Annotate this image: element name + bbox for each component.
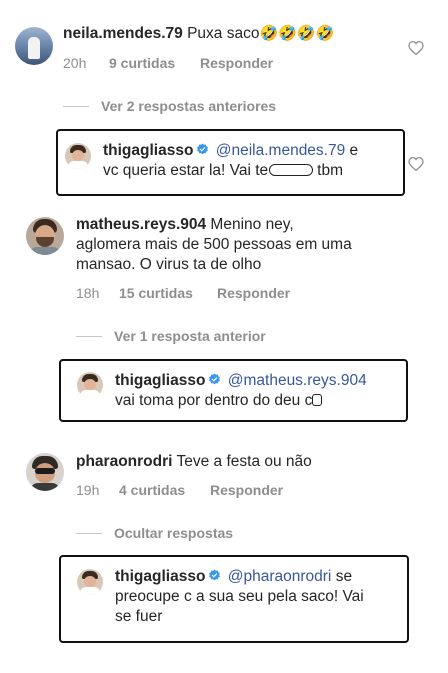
- heart-icon[interactable]: [408, 157, 424, 171]
- divider-line: [76, 532, 102, 534]
- reply-text: thigagliasso @neila.mendes.79 e vc queri…: [103, 141, 393, 181]
- comment-text: pharaonrodri Teve a festa ou não: [76, 452, 312, 472]
- comment-body: Menino ney,: [210, 216, 294, 233]
- comment-body: Puxa saco: [187, 25, 260, 42]
- reply-username[interactable]: thigagliasso: [115, 568, 205, 585]
- comment-body: aglomera mais de 500 pessoas em uma: [76, 236, 352, 253]
- mention-link[interactable]: @pharaonrodri: [228, 568, 332, 585]
- comment-meta: 20h 9 curtidas Responder: [63, 55, 273, 71]
- comment-time: 20h: [63, 55, 87, 71]
- reply-body: vc queria estar la! Vai te: [103, 162, 269, 179]
- heart-icon[interactable]: [408, 41, 424, 55]
- comment-time: 18h: [76, 285, 100, 301]
- mention-link[interactable]: @neila.mendes.79: [216, 142, 345, 159]
- likes-count[interactable]: 15 curtidas: [119, 285, 217, 301]
- reply-body: tbm: [317, 162, 343, 179]
- comment-body: mansao. O virus ta de olho: [76, 256, 262, 273]
- reply-text: thigagliasso @pharaonrodri se preocupe c…: [115, 567, 405, 627]
- comment-text: matheus.reys.904 Menino ney, aglomera ma…: [76, 215, 406, 275]
- hide-replies[interactable]: Ocultar respostas: [76, 525, 233, 541]
- comment-username[interactable]: matheus.reys.904: [76, 216, 206, 233]
- verified-badge-icon: [209, 569, 221, 581]
- view-replies-label[interactable]: Ver 1 resposta anterior: [114, 328, 266, 344]
- reply-button[interactable]: Responder: [217, 285, 290, 301]
- verified-badge-icon: [197, 143, 209, 155]
- comment-username[interactable]: neila.mendes.79: [63, 25, 183, 42]
- likes-count[interactable]: 9 curtidas: [109, 55, 200, 71]
- verified-badge-icon: [209, 373, 221, 385]
- mention-link[interactable]: @matheus.reys.904: [228, 372, 367, 389]
- reply-username[interactable]: thigagliasso: [115, 372, 205, 389]
- comment-text: neila.mendes.79 Puxa saco🤣🤣🤣🤣: [63, 24, 334, 44]
- reply-body: se: [335, 568, 353, 585]
- avatar[interactable]: [26, 453, 64, 491]
- divider-line: [63, 105, 89, 107]
- avatar[interactable]: [26, 217, 64, 255]
- reply-body: e: [349, 142, 359, 159]
- view-previous-replies[interactable]: Ver 1 resposta anterior: [76, 328, 266, 344]
- comment-username[interactable]: pharaonrodri: [76, 453, 172, 470]
- reply-text: thigagliasso @matheus.reys.904 vai toma …: [115, 371, 405, 411]
- reply-body: se fuer: [115, 608, 163, 625]
- reply-button[interactable]: Responder: [200, 55, 273, 71]
- censored-word-mark: [312, 394, 323, 406]
- view-replies-label[interactable]: Ver 2 respostas anteriores: [101, 98, 276, 114]
- emoji-laughing-icon: 🤣🤣🤣🤣: [259, 25, 335, 42]
- reply-username[interactable]: thigagliasso: [103, 142, 193, 159]
- divider-line: [76, 335, 102, 337]
- reply-body: vai toma por dentro do deu c: [115, 392, 313, 409]
- comment-time: 19h: [76, 482, 100, 498]
- avatar[interactable]: [15, 27, 53, 65]
- reply-button[interactable]: Responder: [210, 482, 283, 498]
- avatar[interactable]: [65, 143, 91, 169]
- reply-body: preocupe c a sua seu pela saco! Vai: [115, 588, 364, 605]
- avatar[interactable]: [77, 372, 103, 398]
- view-previous-replies[interactable]: Ver 2 respostas anteriores: [63, 98, 276, 114]
- comment-meta: 19h 4 curtidas Responder: [76, 482, 283, 498]
- hide-replies-label[interactable]: Ocultar respostas: [114, 525, 233, 541]
- censored-word-mark: [269, 164, 314, 176]
- comment-meta: 18h 15 curtidas Responder: [76, 285, 290, 301]
- likes-count[interactable]: 4 curtidas: [119, 482, 210, 498]
- comment-body: Teve a festa ou não: [176, 453, 312, 470]
- avatar[interactable]: [77, 569, 103, 595]
